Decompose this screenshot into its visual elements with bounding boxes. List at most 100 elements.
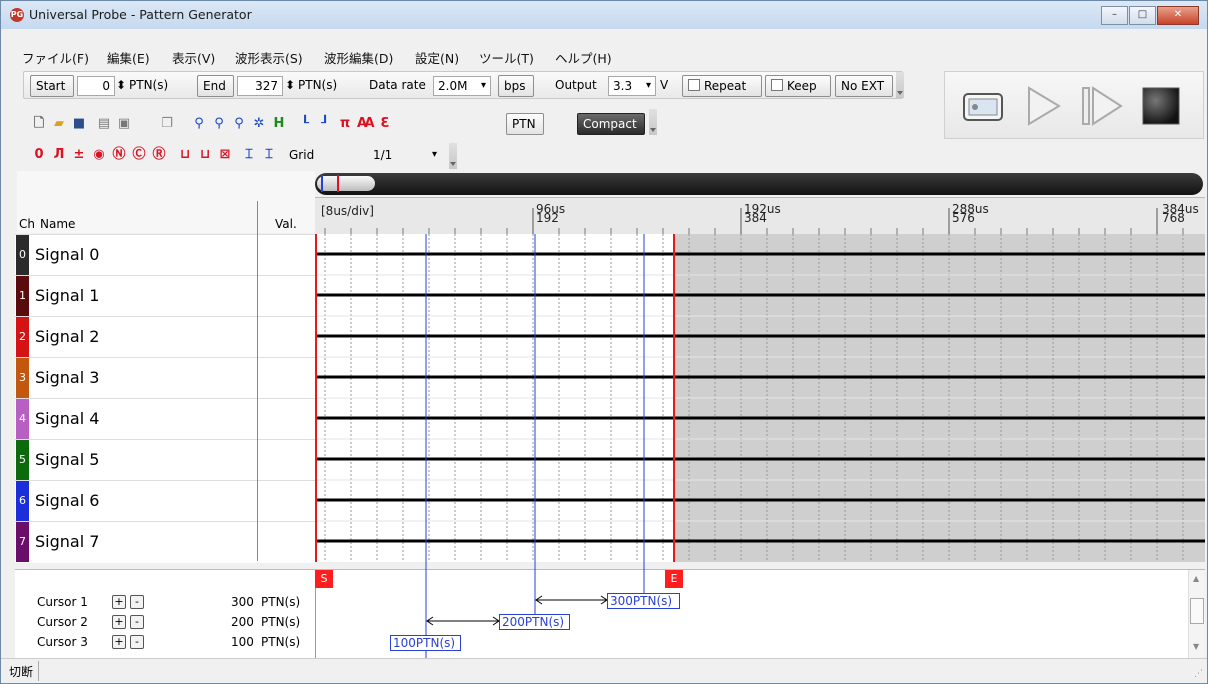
datarate-unit-button[interactable]: bps [498,75,534,97]
step-play-icon[interactable] [1079,84,1123,128]
toolbar-grip[interactable] [896,72,904,98]
open-folder-icon[interactable]: ▰ [51,116,67,132]
zoom-out-icon[interactable]: ⚲ [211,116,227,132]
end-unit: PTN(s) [298,78,338,92]
new-file-icon[interactable]: 🗋 [31,116,47,132]
channel-row-6[interactable]: 6 Signal 6 [15,480,315,522]
copy-icon[interactable]: ❐ [159,116,175,132]
start-input[interactable]: 0 [77,76,115,96]
timeline-scrollbar[interactable] [315,173,1203,195]
clock-icon[interactable]: Ⓒ [131,147,147,163]
menu-file[interactable]: ファイル(F) [22,48,89,67]
cursor-3-value: 100 [231,635,254,649]
output-select[interactable]: 3.3 [608,76,656,96]
end-label[interactable]: End [197,75,234,97]
channel-row-0[interactable]: 0 Signal 0 [15,234,315,276]
channel-number: 1 [16,276,29,316]
cursor-2-remove-button[interactable]: - [130,615,144,629]
repeat-checkbox[interactable]: Repeat [682,75,762,97]
close-button[interactable]: ✕ [1157,6,1199,25]
end-input[interactable]: 327 [237,76,283,96]
cursor-3-remove-button[interactable]: - [130,635,144,649]
channel-name: Signal 7 [35,532,100,551]
range-icon[interactable]: H [271,116,287,132]
title-bar: PG Universal Probe - Pattern Generator –… [1,1,1207,29]
shift-right-icon[interactable]: ⊔ [197,147,213,163]
edit-start-icon[interactable]: Ꜳ [357,116,375,132]
grid-select[interactable]: 1/1 [369,146,441,166]
channel-row-5[interactable]: 5 Signal 5 [15,439,315,481]
edge-rise-icon[interactable]: ┖ [297,116,313,132]
edge-fall-icon[interactable]: ┚ [317,116,333,132]
toolbar-grip-2[interactable] [649,109,657,135]
device-icon[interactable] [961,84,1005,128]
channel-number: 6 [16,481,29,521]
start-stepper[interactable]: ⬍ [116,75,126,95]
maximize-button[interactable]: □ [1129,6,1156,25]
app-icon: PG [10,8,24,22]
play-icon[interactable] [1021,84,1065,128]
menu-view[interactable]: 表示(V) [172,48,215,67]
compact-button[interactable]: Compact [577,113,645,135]
viewport-indicator [321,175,339,192]
cursor-2-unit: PTN(s) [261,615,301,629]
set-pulse-icon[interactable]: Л [51,147,67,163]
pulse-icon[interactable]: π [337,116,353,132]
toolbar-grip-3[interactable] [449,143,457,169]
cursor-1-remove-button[interactable]: - [130,595,144,609]
shift-left-icon[interactable]: ⊔ [177,147,193,163]
cursor-3-distance-label: 100PTN(s) [390,635,461,651]
cursor-a-icon[interactable]: ⌶ [241,147,257,163]
print-preview-icon[interactable]: ▣ [116,116,132,132]
channel-row-4[interactable]: 4 Signal 4 [15,398,315,440]
channel-number: 7 [16,522,29,562]
counter-icon[interactable]: ◉ [91,147,107,163]
output-unit: V [660,78,669,92]
zoom-area-icon[interactable]: ✲ [251,116,267,132]
channel-number: 5 [16,440,29,480]
invert-icon[interactable]: ± [71,147,87,163]
edit-end-icon[interactable]: Ɛ [377,116,393,132]
channel-row-7[interactable]: 7 Signal 7 [15,521,315,563]
minimize-button[interactable]: – [1101,6,1128,25]
menu-wave-edit[interactable]: 波形編集(D) [324,48,393,67]
random-icon[interactable]: Ⓡ [151,147,167,163]
cursor-1-distance-label: 300PTN(s) [607,593,680,609]
start-label[interactable]: Start [30,75,74,97]
menu-settings[interactable]: 設定(N) [415,48,459,67]
channel-name: Signal 6 [35,491,100,510]
header-val: Val. [275,217,297,231]
run-controls [944,71,1204,139]
save-icon[interactable]: ■ [71,116,87,132]
menu-edit[interactable]: 編集(E) [107,48,150,67]
cursor-1-add-button[interactable]: + [112,595,126,609]
datarate-select[interactable]: 2.0M [433,76,491,96]
menu-bar: ファイル(F) 編集(E) 表示(V) 波形表示(S) 波形編集(D) 設定(N… [1,29,1207,69]
channel-row-3[interactable]: 3 Signal 3 [15,357,315,399]
header-ch: Ch [19,217,35,231]
zoom-fit-icon[interactable]: ⚲ [231,116,247,132]
cursor-2-label: Cursor 2 [37,615,88,629]
channel-row-2[interactable]: 2 Signal 2 [15,316,315,358]
keep-checkbox[interactable]: Keep [765,75,831,97]
swap-icon[interactable]: ⊠ [217,147,233,163]
menu-wave-display[interactable]: 波形表示(S) [235,48,303,67]
channel-row-1[interactable]: 1 Signal 1 [15,275,315,317]
cursor-2-add-button[interactable]: + [112,615,126,629]
end-stepper[interactable]: ⬍ [285,75,295,95]
zoom-in-icon[interactable]: ⚲ [191,116,207,132]
status-divider [38,661,39,681]
menu-tools[interactable]: ツール(T) [479,48,534,67]
no-ext-button[interactable]: No EXT [835,75,893,97]
print-icon[interactable]: ▤ [96,116,112,132]
cursor-b-icon[interactable]: ⌶ [261,147,277,163]
channel-name: Signal 3 [35,368,100,387]
stop-icon[interactable] [1139,84,1183,128]
menu-help[interactable]: ヘルプ(H) [555,48,612,67]
ptn-button[interactable]: PTN [506,113,544,135]
n-pattern-icon[interactable]: Ⓝ [111,147,127,163]
set-low-icon[interactable]: 0 [31,147,47,163]
ruler-ticks [324,208,1184,234]
cursor-3-add-button[interactable]: + [112,635,126,649]
resize-grip-icon[interactable]: ⋰ [1194,669,1203,679]
